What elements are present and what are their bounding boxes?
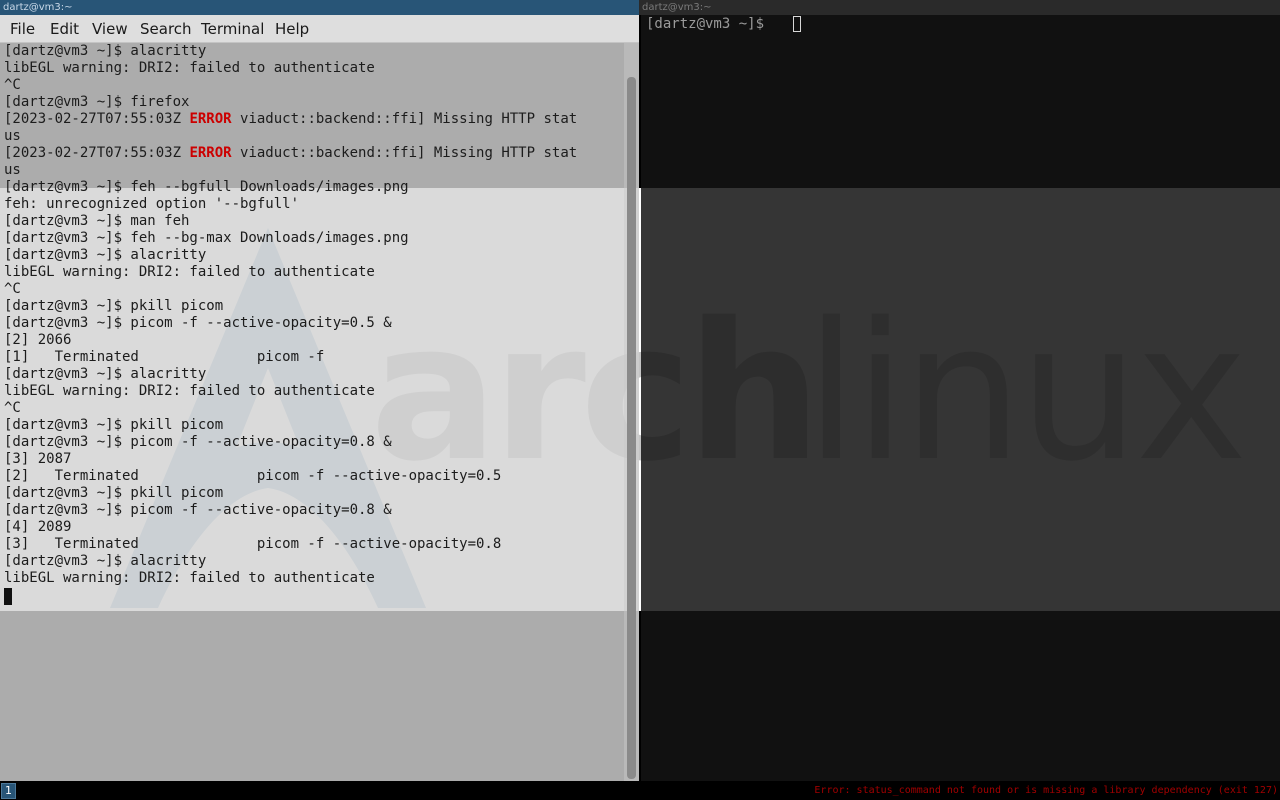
log-message: viaduct::backend::ffi] Missing HTTP stat xyxy=(231,111,578,127)
terminal-line: [dartz@vm3 ~]$ alacritty xyxy=(4,366,207,382)
terminal-line: libEGL warning: DRI2: failed to authenti… xyxy=(4,383,375,399)
terminal-line: [dartz@vm3 ~]$ alacritty xyxy=(4,247,207,263)
terminal-line: [dartz@vm3 ~]$ pkill picom xyxy=(4,485,224,501)
terminal-line: ^C xyxy=(4,77,21,93)
window-title-bar[interactable]: dartz@vm3:~ xyxy=(0,0,639,15)
terminal-line: [dartz@vm3 ~]$ feh --bgfull Downloads/im… xyxy=(4,179,409,195)
terminal-line: ^C xyxy=(4,400,21,416)
terminal-line: us xyxy=(4,162,21,178)
terminal-lines: [dartz@vm3 ~]$ alacritty libEGL warning: … xyxy=(4,43,577,587)
menu-view[interactable]: View xyxy=(92,15,128,43)
error-label: ERROR xyxy=(189,111,232,127)
terminal-line: [dartz@vm3 ~]$ picom -f --active-opacity… xyxy=(4,502,392,518)
terminal-line: [2] 2066 xyxy=(4,332,72,348)
menu-bar: File Edit View Search Terminal Help xyxy=(0,15,639,43)
i3-status-bar: 1 Error: status_command not found or is … xyxy=(0,781,1280,800)
terminal-line: [1] Terminated picom -f xyxy=(4,349,325,365)
window-title-bar[interactable]: dartz@vm3:~ xyxy=(639,0,1280,15)
terminal-line: [dartz@vm3 ~]$ alacritty xyxy=(4,43,207,59)
terminal-line: ^C xyxy=(4,281,21,297)
alacritty-window[interactable]: dartz@vm3:~ [dartz@vm3 ~]$ xyxy=(639,0,1280,781)
terminal-line: [dartz@vm3 ~]$ pkill picom xyxy=(4,298,224,314)
terminal-line: [dartz@vm3 ~]$ firefox xyxy=(4,94,190,110)
terminal-line: feh: unrecognized option '--bgfull' xyxy=(4,196,300,212)
gnome-terminal-window[interactable]: dartz@vm3:~ File Edit View Search Termin… xyxy=(0,0,639,781)
log-timestamp: [2023-02-27T07:55:03Z xyxy=(4,111,190,127)
terminal-line: libEGL warning: DRI2: failed to authenti… xyxy=(4,60,375,76)
terminal-line: [dartz@vm3 ~]$ picom -f --active-opacity… xyxy=(4,434,392,450)
terminal-line: [dartz@vm3 ~]$ alacritty xyxy=(4,553,207,569)
terminal-output-area[interactable]: [dartz@vm3 ~]$ xyxy=(641,15,1280,781)
menu-file[interactable]: File xyxy=(10,15,35,43)
menu-search[interactable]: Search xyxy=(140,15,192,43)
terminal-line: libEGL warning: DRI2: failed to authenti… xyxy=(4,570,375,586)
terminal-line: [3] 2087 xyxy=(4,451,72,467)
terminal-line: us xyxy=(4,128,21,144)
terminal-line: [2023-02-27T07:55:03Z ERROR viaduct::bac… xyxy=(4,111,577,128)
error-label: ERROR xyxy=(189,145,232,161)
log-message: viaduct::backend::ffi] Missing HTTP stat xyxy=(231,145,578,161)
terminal-line: [3] Terminated picom -f --active-opacity… xyxy=(4,536,502,552)
workspace-button[interactable]: 1 xyxy=(1,783,16,799)
status-message: Error: status_command not found or is mi… xyxy=(814,785,1278,796)
terminal-line: [dartz@vm3 ~]$ man feh xyxy=(4,213,190,229)
terminal-output-area[interactable]: [dartz@vm3 ~]$ alacritty libEGL warning: … xyxy=(0,43,624,781)
menu-terminal[interactable]: Terminal xyxy=(201,15,264,43)
terminal-line: [dartz@vm3 ~]$ feh --bg-max Downloads/im… xyxy=(4,230,409,246)
shell-prompt: [dartz@vm3 ~]$ xyxy=(646,16,773,32)
scrollbar-thumb[interactable] xyxy=(627,77,636,779)
terminal-line: [dartz@vm3 ~]$ pkill picom xyxy=(4,417,224,433)
terminal-cursor xyxy=(793,16,801,32)
terminal-line: [dartz@vm3 ~]$ picom -f --active-opacity… xyxy=(4,315,392,331)
terminal-line: [4] 2089 xyxy=(4,519,72,535)
log-timestamp: [2023-02-27T07:55:03Z xyxy=(4,145,190,161)
terminal-line: [2023-02-27T07:55:03Z ERROR viaduct::bac… xyxy=(4,145,577,162)
terminal-cursor xyxy=(4,588,12,605)
terminal-line: libEGL warning: DRI2: failed to authenti… xyxy=(4,264,375,280)
menu-edit[interactable]: Edit xyxy=(50,15,79,43)
vertical-scrollbar[interactable] xyxy=(624,43,639,781)
menu-help[interactable]: Help xyxy=(275,15,309,43)
terminal-line: [2] Terminated picom -f --active-opacity… xyxy=(4,468,502,484)
